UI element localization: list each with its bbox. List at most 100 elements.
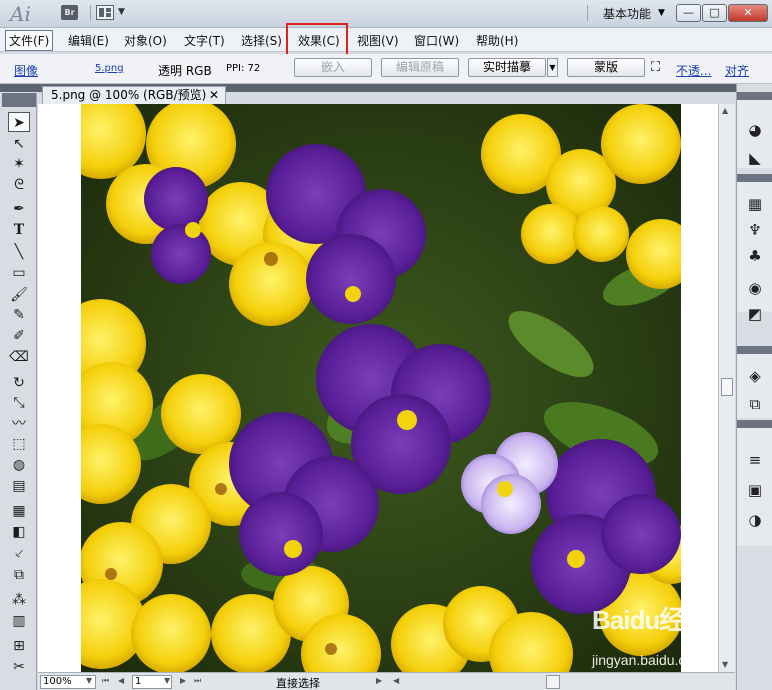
pansy-image	[81, 104, 681, 672]
dock-group-align: ≡ ▣ ◑	[737, 420, 772, 546]
magic-wand-icon[interactable]: ✶	[8, 154, 30, 174]
app-logo: Ai	[10, 2, 31, 26]
document-tab[interactable]: 5.png @ 100% (RGB/预览) ✕	[42, 86, 226, 104]
scroll-up-icon[interactable]: ▲	[722, 106, 728, 115]
baidu-watermark-url: jingyan.baidu.com	[592, 652, 705, 668]
close-icon[interactable]: ✕	[209, 87, 219, 103]
direct-selection-tool-icon[interactable]: ↖	[8, 134, 30, 154]
line-tool-icon[interactable]: ╲	[8, 242, 30, 262]
blob-brush-icon[interactable]: ✐	[8, 326, 30, 346]
rectangle-tool-icon[interactable]: ▭	[8, 263, 30, 283]
chevron-down-icon[interactable]: ▼	[658, 8, 665, 18]
close-button[interactable]: ✕	[728, 4, 768, 22]
prev-artboard-icon[interactable]: ◀	[118, 676, 124, 685]
title-divider	[587, 5, 588, 21]
transparency-icon[interactable]: ◩	[745, 304, 765, 324]
rotate-tool-icon[interactable]: ↻	[8, 373, 30, 393]
transform-icon[interactable]: ⛶	[651, 60, 660, 75]
scroll-down-icon[interactable]: ▼	[722, 660, 728, 669]
current-tool-label[interactable]: 直接选择	[276, 675, 320, 690]
align-link[interactable]: 对齐	[725, 62, 749, 79]
free-transform-icon[interactable]: ⬚	[8, 434, 30, 454]
column-graph-icon[interactable]: ▥	[8, 611, 30, 631]
chevron-down-icon[interactable]: ▼	[118, 7, 125, 17]
menu-object[interactable]: 对象(O)	[124, 32, 167, 49]
scroll-thumb[interactable]	[721, 378, 733, 396]
color-mode-label: 透明 RGB	[158, 64, 212, 78]
selection-tool-icon[interactable]: ➤	[8, 112, 30, 132]
transform-icon[interactable]: ▣	[745, 480, 765, 500]
paintbrush-icon[interactable]: 🖌	[8, 285, 30, 305]
opacity-link[interactable]: 不透...	[676, 62, 711, 79]
eyedropper-icon[interactable]: ⸔	[8, 544, 30, 564]
menu-view[interactable]: 视图(V)	[357, 32, 399, 49]
toolbox-header[interactable]	[2, 93, 36, 107]
scroll-left-icon[interactable]: ◀	[393, 676, 399, 685]
edit-original-button[interactable]: 编辑原稿	[381, 58, 459, 77]
status-menu-icon[interactable]: ▶	[376, 676, 382, 685]
mask-button[interactable]: 蒙版	[567, 58, 645, 77]
slice-tool-icon[interactable]: ✂	[8, 657, 30, 677]
workspace-switcher[interactable]: 基本功能	[603, 5, 651, 22]
toolbox: ➤ ↖ ✶ ᘓ ✒ T ╲ ▭ 🖌 ✎ ✐ ⌫ ↻ ⤡ 〰 ⬚ ◍ ▤ ▦ ◧ …	[2, 93, 37, 690]
chevron-down-icon[interactable]: ▼	[164, 676, 170, 685]
object-type-link[interactable]: 图像	[14, 62, 38, 79]
graph-tool-icon[interactable]: ▤	[8, 476, 30, 496]
menu-bar: 文件(F) 编辑(E) 对象(O) 文字(T) 选择(S) 效果(C) 视图(V…	[0, 28, 772, 52]
swatches-icon[interactable]: ▦	[745, 194, 765, 214]
type-tool-icon[interactable]: T	[8, 220, 30, 240]
next-artboard-icon[interactable]: ▶	[180, 676, 186, 685]
scale-tool-icon[interactable]: ⤡	[8, 393, 30, 413]
layers-icon[interactable]: ◈	[745, 366, 765, 386]
first-artboard-icon[interactable]: ⏮	[102, 676, 109, 686]
chevron-down-icon[interactable]: ▼	[547, 58, 558, 77]
menu-edit[interactable]: 编辑(E)	[68, 32, 109, 49]
linked-file-link[interactable]: 5.png	[95, 63, 124, 74]
last-artboard-icon[interactable]: ⏭	[194, 676, 201, 686]
dock-group-swatches: ▦ ♆ ♣ ◉ ◩	[737, 174, 772, 323]
artboard-tool-icon[interactable]: ⊞	[8, 636, 30, 656]
pathfinder-icon[interactable]: ◑	[745, 510, 765, 530]
warp-tool-icon[interactable]: 〰	[8, 414, 30, 434]
baidu-watermark: Baidu经验	[592, 605, 710, 635]
shape-builder-icon[interactable]: ◍	[8, 455, 30, 475]
symbols-icon[interactable]: ♣	[745, 246, 765, 266]
eraser-icon[interactable]: ⌫	[8, 347, 30, 367]
dock-group-color: ◕ ◣	[737, 92, 772, 168]
brushes-icon[interactable]: ♆	[745, 220, 765, 240]
align-icon[interactable]: ≡	[745, 450, 765, 470]
canvas-area[interactable]	[38, 104, 718, 672]
menu-select[interactable]: 选择(S)	[241, 32, 282, 49]
panel-dock: ◕ ◣ ▦ ♆ ♣ ◉ ◩ ◈ ⧉ ≡ ▣ ◑	[736, 84, 772, 690]
menu-help[interactable]: 帮助(H)	[476, 32, 518, 49]
pencil-icon[interactable]: ✎	[8, 305, 30, 325]
blend-tool-icon[interactable]: ⧉	[8, 565, 30, 585]
horizontal-scroll-thumb[interactable]	[546, 675, 560, 689]
lasso-icon[interactable]: ᘓ	[8, 175, 30, 195]
placed-image-pansies[interactable]	[81, 104, 681, 672]
chevron-down-icon[interactable]: ▼	[86, 676, 92, 685]
document-tab-title: 5.png @ 100% (RGB/预览)	[51, 88, 207, 102]
color-guide-icon[interactable]: ◣	[745, 148, 765, 168]
control-bar: 图像 5.png 透明 RGB PPI: 72 嵌入 编辑原稿 实时描摹 ▼ 蒙…	[0, 54, 772, 84]
symbol-sprayer-icon[interactable]: ⁂	[8, 590, 30, 610]
title-divider	[90, 5, 91, 21]
stroke-icon[interactable]: ◉	[745, 278, 765, 298]
pen-tool-icon[interactable]: ✒	[8, 199, 30, 219]
bridge-button[interactable]: Br	[61, 5, 78, 20]
live-trace-button[interactable]: 实时描摹	[468, 58, 546, 77]
menu-window[interactable]: 窗口(W)	[414, 32, 459, 49]
minimize-button[interactable]: —	[676, 4, 701, 22]
menu-file[interactable]: 文件(F)	[5, 30, 54, 51]
artboards-icon[interactable]: ⧉	[745, 394, 765, 414]
vertical-scrollbar[interactable]: ▲ ▼	[718, 104, 735, 672]
arrange-documents-icon[interactable]	[96, 5, 114, 20]
embed-button[interactable]: 嵌入	[294, 58, 372, 77]
dock-group-layers: ◈ ⧉	[737, 346, 772, 418]
menu-type[interactable]: 文字(T)	[184, 32, 225, 49]
maximize-button[interactable]: □	[702, 4, 727, 22]
status-bar: 100% ▼ ⏮ ◀ 1 ▼ ▶ ⏭ 直接选择 ▶ ◀	[38, 672, 735, 690]
color-panel-icon[interactable]: ◕	[745, 120, 765, 140]
gradient-tool-icon[interactable]: ◧	[8, 522, 30, 542]
mesh-tool-icon[interactable]: ▦	[8, 501, 30, 521]
